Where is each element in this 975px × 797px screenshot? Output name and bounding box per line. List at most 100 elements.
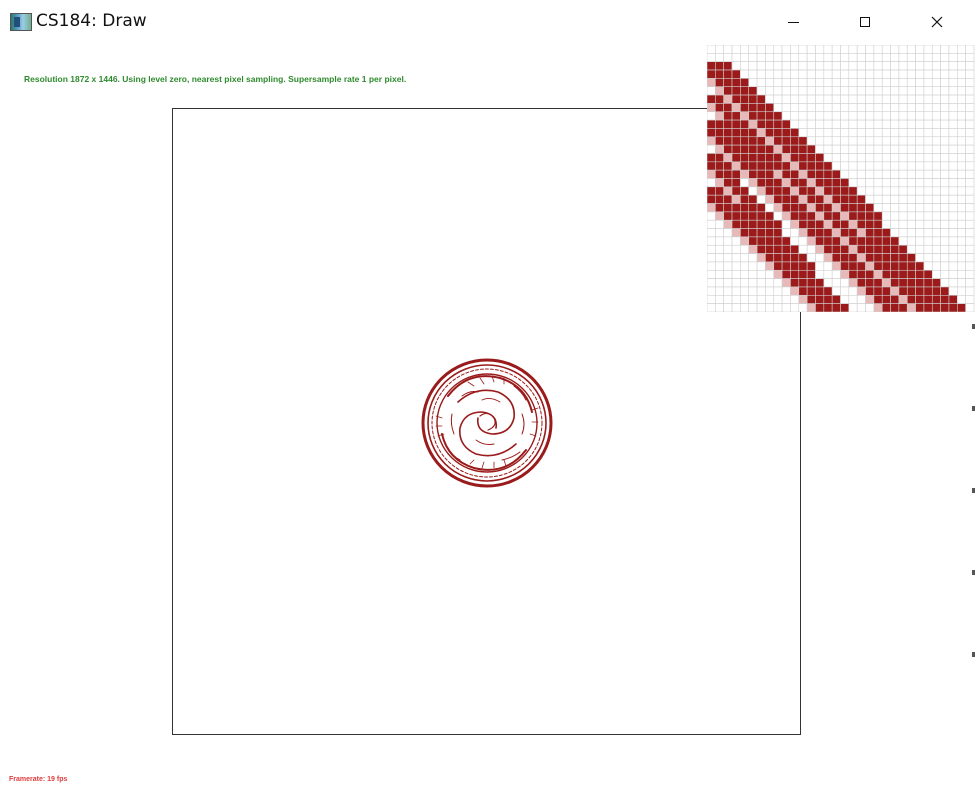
zoom-pixel-cell <box>890 203 900 213</box>
zoom-pixel-cell <box>965 119 975 129</box>
zoom-pixel-cell <box>781 144 791 154</box>
zoom-pixel-cell <box>881 61 891 71</box>
zoom-pixel-cell <box>798 69 808 79</box>
zoom-pixel-cell <box>806 278 816 288</box>
zoom-pixel-cell <box>898 144 908 154</box>
zoom-pixel-cell <box>948 186 958 196</box>
zoom-pixel-cell <box>890 119 900 129</box>
zoom-pixel-cell <box>723 244 733 254</box>
zoom-pixel-cell <box>890 219 900 229</box>
zoom-pixel-cell <box>848 236 858 246</box>
zoom-pixel-cell <box>715 45 724 54</box>
zoom-pixel-cell <box>798 236 808 246</box>
zoom-pixel-cell <box>906 161 916 171</box>
zoom-pixel-cell <box>906 61 916 71</box>
zoom-pixel-cell <box>831 295 841 304</box>
zoom-pixel-cell <box>756 53 766 62</box>
title-bar[interactable]: CS184: Draw <box>0 0 975 44</box>
zoom-pixel-cell <box>915 178 925 188</box>
zoom-pixel-cell <box>957 219 966 229</box>
zoom-pixel-cell <box>773 278 783 288</box>
zoom-pixel-cell <box>923 219 933 229</box>
zoom-pixel-cell <box>915 111 925 121</box>
zoom-pixel-cell <box>765 53 775 62</box>
zoom-pixel-cell <box>715 136 724 146</box>
zoom-pixel-cell <box>731 261 741 271</box>
zoom-pixel-cell <box>765 161 775 171</box>
zoom-pixel-cell <box>915 61 925 71</box>
zoom-pixel-cell <box>806 253 816 263</box>
zoom-pixel-cell <box>740 69 750 79</box>
zoom-pixel-cell <box>898 45 908 54</box>
zoom-pixel-cell <box>940 144 950 154</box>
zoom-pixel-cell <box>756 103 766 113</box>
zoom-pixel-cell <box>740 78 750 88</box>
zoom-pixel-cell <box>890 53 900 62</box>
zoom-pixel-cell <box>707 269 716 279</box>
zoom-pixel-cell <box>790 78 800 88</box>
zoom-pixel-cell <box>915 303 925 312</box>
zoom-pixel-cell <box>731 53 741 62</box>
zoom-pixel-cell <box>948 244 958 254</box>
zoom-pixel-cell <box>931 86 941 96</box>
zoom-pixel-cell <box>931 194 941 204</box>
zoom-pixel-cell <box>957 53 966 62</box>
zoom-pixel-cell <box>965 94 975 104</box>
zoom-pixel-cell <box>940 45 950 54</box>
zoom-pixel-cell <box>840 228 850 238</box>
zoom-pixel-cell <box>931 303 941 312</box>
zoom-pixel-cell <box>740 194 750 204</box>
zoom-pixel-cell <box>940 219 950 229</box>
zoom-pixel-cell <box>965 86 975 96</box>
zoom-pixel-cell <box>848 103 858 113</box>
zoom-pixel-cell <box>773 136 783 146</box>
zoom-pixel-cell <box>881 136 891 146</box>
zoom-pixel-cell <box>781 103 791 113</box>
zoom-pixel-cell <box>848 203 858 213</box>
zoom-pixel-cell <box>740 303 750 312</box>
zoom-pixel-cell <box>756 278 766 288</box>
zoom-pixel-cell <box>806 94 816 104</box>
zoom-pixel-cell <box>898 278 908 288</box>
zoom-pixel-cell <box>731 228 741 238</box>
zoom-pixel-cell <box>790 244 800 254</box>
zoom-pixel-cell <box>890 45 900 54</box>
zoom-pixel-cell <box>965 136 975 146</box>
zoom-pixel-cell <box>906 153 916 163</box>
zoom-pixel-cell <box>915 128 925 138</box>
maximize-button[interactable] <box>842 0 888 44</box>
minimize-button[interactable] <box>771 0 817 44</box>
zoom-pixel-cell <box>748 119 758 129</box>
zoom-pixel-cell <box>715 253 724 263</box>
zoom-pixel-cell <box>765 244 775 254</box>
zoom-pixel-cell <box>873 111 883 121</box>
zoom-pixel-cell <box>823 228 833 238</box>
zoom-pixel-cell <box>923 236 933 246</box>
zoom-pixel-cell <box>831 169 841 179</box>
zoom-pixel-cell <box>731 94 741 104</box>
zoom-pixel-cell <box>940 103 950 113</box>
zoom-pixel-cell <box>765 86 775 96</box>
zoom-pixel-cell <box>815 211 825 221</box>
close-button[interactable] <box>914 0 960 44</box>
zoom-pixel-cell <box>723 153 733 163</box>
zoom-pixel-cell <box>856 153 866 163</box>
zoom-pixel-cell <box>873 53 883 62</box>
window-title: CS184: Draw <box>36 11 147 31</box>
zoom-pixel-cell <box>731 253 741 263</box>
zoom-pixel-cell <box>806 261 816 271</box>
zoom-pixel-cell <box>931 186 941 196</box>
zoom-pixel-cell <box>798 244 808 254</box>
zoom-pixel-cell <box>940 178 950 188</box>
zoom-pixel-cell <box>906 269 916 279</box>
zoom-pixel-cell <box>840 203 850 213</box>
zoom-pixel-cell <box>873 94 883 104</box>
zoom-pixel-cell <box>923 261 933 271</box>
zoom-pixel-cell <box>848 78 858 88</box>
zoom-pixel-cell <box>740 178 750 188</box>
zoom-pixel-cell <box>898 86 908 96</box>
zoom-pixel-cell <box>931 69 941 79</box>
zoom-pixel-cell <box>856 261 866 271</box>
zoom-pixel-cell <box>806 128 816 138</box>
zoom-pixel-cell <box>798 253 808 263</box>
